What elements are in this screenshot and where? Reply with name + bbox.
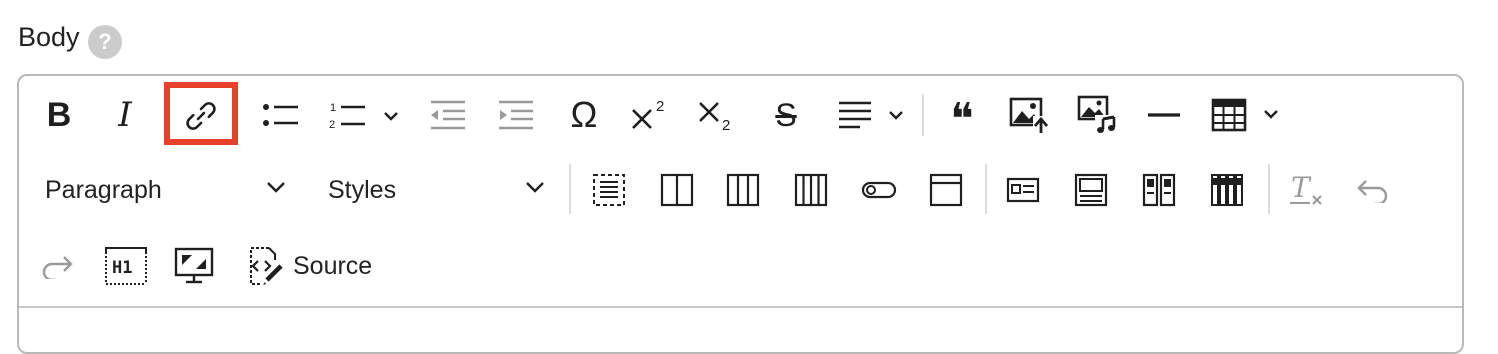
- two-columns-button[interactable]: [653, 166, 701, 214]
- svg-text:2: 2: [329, 119, 335, 131]
- indent-icon: [499, 100, 533, 130]
- link-icon: [186, 102, 216, 130]
- two-cards-button[interactable]: [1135, 166, 1183, 214]
- media-icon: [1077, 95, 1117, 135]
- bulleted-list-icon: [263, 104, 298, 126]
- chevron-down-icon: [526, 182, 544, 193]
- italic-icon: I: [118, 95, 132, 135]
- svg-text:2: 2: [656, 98, 664, 115]
- four-columns-icon: [794, 173, 828, 207]
- toggle-button[interactable]: [855, 166, 903, 214]
- subscript-icon: 2: [699, 102, 730, 133]
- svg-text:T: T: [1291, 172, 1312, 204]
- styles-select[interactable]: Styles: [328, 172, 546, 208]
- redo-button[interactable]: [33, 242, 81, 290]
- alignment-button[interactable]: [832, 90, 912, 140]
- two-columns-icon: [660, 173, 694, 207]
- chevron-down-icon: [267, 182, 285, 193]
- show-blocks-icon: [593, 174, 625, 206]
- horizontal-line-button[interactable]: [1139, 90, 1189, 140]
- card-icon: [1006, 177, 1040, 203]
- heading-h1-icon: H1: [105, 247, 147, 285]
- three-columns-icon: [726, 173, 760, 207]
- source-button-label: Source: [293, 251, 373, 280]
- bold-button[interactable]: B: [39, 90, 79, 140]
- subscript-button[interactable]: 2: [693, 90, 743, 140]
- strikethrough-button[interactable]: S: [761, 90, 811, 140]
- outdent-button[interactable]: [423, 90, 473, 140]
- undo-button[interactable]: [1349, 166, 1397, 214]
- four-cards-button[interactable]: [1203, 166, 1251, 214]
- remove-format-icon: T: [1290, 172, 1322, 205]
- image-upload-button[interactable]: [1004, 90, 1054, 140]
- italic-button[interactable]: I: [105, 90, 145, 140]
- hero-card-button[interactable]: [1067, 166, 1115, 214]
- panel-icon: [929, 173, 963, 207]
- heading-badge-text: H1: [112, 258, 132, 278]
- numbered-list-icon: 1 2: [329, 102, 398, 131]
- superscript-icon: 2: [632, 98, 664, 129]
- source-code-icon: [250, 247, 283, 285]
- svg-text:2: 2: [722, 117, 730, 133]
- image-upload-icon: [1009, 97, 1049, 134]
- svg-text:1: 1: [330, 102, 336, 114]
- four-columns-button[interactable]: [787, 166, 835, 214]
- hero-card-icon: [1074, 173, 1108, 207]
- heading-select[interactable]: Paragraph: [45, 172, 287, 208]
- indent-button[interactable]: [491, 90, 541, 140]
- show-blocks-button[interactable]: [585, 166, 633, 214]
- strikethrough-icon: S: [775, 96, 797, 133]
- outdent-icon: [431, 100, 465, 130]
- media-button[interactable]: [1072, 90, 1122, 140]
- fullscreen-button[interactable]: [169, 242, 219, 290]
- heading-button[interactable]: H1: [101, 242, 151, 290]
- four-cards-icon: [1211, 174, 1243, 206]
- blockquote-icon: ❝: [950, 95, 974, 144]
- bold-icon: B: [46, 95, 72, 134]
- numbered-list-button[interactable]: 1 2: [324, 90, 404, 140]
- toolbar-separator: [1268, 164, 1270, 214]
- bulleted-list-button[interactable]: [255, 90, 305, 140]
- card-button[interactable]: [999, 166, 1047, 214]
- table-button[interactable]: [1209, 90, 1289, 140]
- heading-select-value: Paragraph: [45, 175, 162, 204]
- two-cards-icon: [1142, 173, 1176, 207]
- help-icon[interactable]: ?: [88, 25, 122, 59]
- special-characters-button[interactable]: Ω: [559, 90, 609, 140]
- horizontal-line-icon: [1148, 113, 1180, 117]
- remove-format-button[interactable]: T: [1282, 166, 1330, 214]
- undo-icon: [1357, 180, 1388, 203]
- toolbar-separator: [922, 94, 924, 136]
- superscript-button[interactable]: 2: [626, 90, 676, 140]
- source-button[interactable]: Source: [243, 242, 385, 290]
- align-left-icon: [839, 101, 903, 129]
- toggle-icon: [861, 181, 897, 199]
- table-icon: [1211, 98, 1278, 132]
- redo-icon: [42, 256, 73, 279]
- toolbar-separator: [985, 164, 987, 214]
- three-columns-button[interactable]: [719, 166, 767, 214]
- toolbar-separator: [569, 164, 571, 214]
- styles-select-value: Styles: [328, 175, 397, 204]
- rich-text-editor: B I 1 2 Ω 2 2 S ❝ Paragraph Styles T H1 …: [17, 74, 1464, 354]
- toolbar-bottom-border: [19, 306, 1462, 308]
- link-button[interactable]: [170, 90, 232, 142]
- panel-button[interactable]: [922, 166, 970, 214]
- blockquote-button[interactable]: ❝: [937, 90, 987, 144]
- omega-icon: Ω: [570, 94, 598, 135]
- field-label: Body: [18, 22, 80, 52]
- fullscreen-icon: [174, 247, 214, 284]
